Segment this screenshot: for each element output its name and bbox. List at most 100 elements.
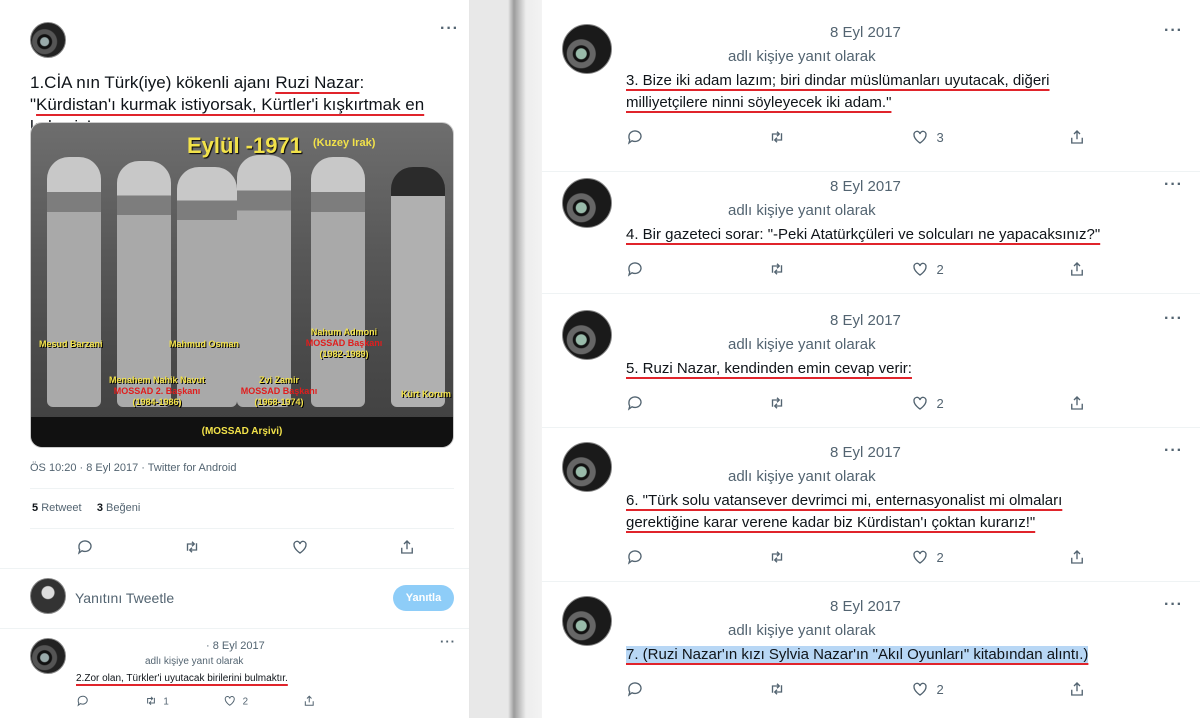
like-icon[interactable]	[911, 548, 929, 566]
caption-zvi: Zvi Zamir MOSSAD Başkanı (1968-1974)	[240, 375, 318, 407]
caption-menahem: Menahem Nahik Navut MOSSAD 2. Başkanı (1…	[108, 375, 206, 407]
reply-tweet: 8 Eyl 2017 ··· adlı kişiye yanıt olarak …	[542, 428, 1200, 582]
my-avatar	[30, 578, 66, 614]
reply-button[interactable]: Yanıtla	[393, 585, 454, 611]
retweet-icon[interactable]	[768, 394, 786, 412]
photo-title: Eylül -1971	[187, 133, 302, 158]
caption-nahum: Nahum Admoni MOSSAD Başkanı (1982-1989)	[305, 327, 383, 359]
tweet-text: 4. Bir gazeteci sorar: "-Peki Atatürkçül…	[626, 226, 1101, 243]
tweet-text: 5. Ruzi Nazar, kendinden emin cevap veri…	[626, 360, 912, 377]
reply-icon[interactable]	[626, 548, 644, 566]
replying-to: adlı kişiye yanıt olarak	[728, 336, 876, 353]
tweet-text: 2.Zor olan, Türkler'i uyutacak birilerin…	[76, 673, 288, 684]
person-figure	[117, 161, 171, 407]
tweet-date[interactable]: 8 Eyl 2017	[830, 444, 901, 461]
tweet-actions: 3	[626, 128, 1086, 146]
retweet-icon[interactable]	[768, 128, 786, 146]
like-icon[interactable]	[291, 538, 309, 556]
avatar[interactable]	[562, 178, 612, 228]
divider	[30, 528, 454, 529]
caption-mahmud: Mahmud Osman	[169, 339, 240, 349]
divider	[0, 628, 469, 629]
share-icon[interactable]	[1068, 128, 1086, 146]
retweet-icon[interactable]	[144, 694, 158, 708]
avatar[interactable]	[562, 24, 612, 74]
more-icon[interactable]: ···	[1164, 596, 1183, 614]
more-icon[interactable]: ···	[440, 634, 456, 649]
reply-icon[interactable]	[626, 394, 644, 412]
divider	[30, 488, 454, 489]
more-icon[interactable]: ···	[1164, 442, 1183, 460]
reply-icon[interactable]	[626, 680, 644, 698]
share-icon[interactable]	[302, 694, 316, 708]
replying-to: adlı kişiye yanıt olarak	[728, 622, 876, 639]
more-icon[interactable]: ···	[440, 20, 459, 38]
tweet-actions: 2	[626, 394, 1086, 412]
like-icon[interactable]	[911, 260, 929, 278]
replying-to: adlı kişiye yanıt olarak	[728, 468, 876, 485]
like-icon[interactable]	[911, 128, 929, 146]
replying-to: adlı kişiye yanıt olarak	[728, 202, 876, 219]
person-figure	[177, 167, 237, 407]
tweet-date[interactable]: 8 Eyl 2017	[830, 312, 901, 329]
tweet-text: 3. Bize iki adam lazım; biri dindar müsl…	[626, 72, 1050, 111]
retweet-icon[interactable]	[768, 680, 786, 698]
tweet-meta: ÖS 10:20 · 8 Eyl 2017 · Twitter for Andr…	[30, 462, 237, 474]
tweet-text: 6. "Türk solu vatansever devrimci mi, en…	[626, 492, 1063, 531]
reply-icon[interactable]	[626, 260, 644, 278]
divider	[0, 568, 469, 569]
like-count: 2	[936, 549, 944, 565]
tweet-stats: 5 Retweet 3 Beğeni	[32, 502, 141, 514]
share-icon[interactable]	[1068, 548, 1086, 566]
avatar[interactable]	[30, 638, 66, 674]
retweet-link[interactable]: Retweet	[41, 502, 81, 514]
like-icon[interactable]	[223, 694, 237, 708]
avatar[interactable]	[562, 310, 612, 360]
share-icon[interactable]	[398, 538, 416, 556]
likes-link[interactable]: Beğeni	[106, 502, 140, 514]
avatar[interactable]	[30, 22, 66, 58]
more-icon[interactable]: ···	[1164, 310, 1183, 328]
like-count: 2	[936, 395, 944, 411]
tweet-date[interactable]: 8 Eyl 2017	[830, 178, 901, 195]
like-icon[interactable]	[911, 394, 929, 412]
reply-tweet: 8 Eyl 2017 ··· adlı kişiye yanıt olarak …	[542, 294, 1200, 428]
reply-icon[interactable]	[626, 128, 644, 146]
replying-to: adlı kişiye yanıt olarak	[728, 48, 876, 65]
tweet-date[interactable]: 8 Eyl 2017	[830, 598, 901, 615]
share-icon[interactable]	[1068, 260, 1086, 278]
avatar[interactable]	[562, 596, 612, 646]
reply-input[interactable]: Yanıtını Tweetle	[75, 590, 174, 606]
reply-icon[interactable]	[76, 538, 94, 556]
reply-icon[interactable]	[76, 694, 90, 708]
photo-subtitle: (Kuzey Irak)	[313, 137, 376, 149]
tweet-date[interactable]: 8 Eyl 2017	[830, 24, 901, 41]
caption-mesud: Mesud Barzani	[39, 339, 103, 349]
like-count: 2	[936, 681, 944, 697]
mention-name: Ruzi Nazar	[275, 73, 360, 92]
tweet-date[interactable]: · 8 Eyl 2017	[206, 640, 265, 652]
person-figure	[47, 157, 101, 407]
more-icon[interactable]: ···	[1164, 22, 1183, 40]
reply-tweet: 8 Eyl 2017 ··· adlı kişiye yanıt olarak …	[542, 582, 1200, 718]
person-figure	[237, 155, 291, 407]
photo-footer: (MOSSAD Arşivi)	[31, 417, 453, 447]
like-icon[interactable]	[911, 680, 929, 698]
avatar[interactable]	[562, 442, 612, 492]
more-icon[interactable]: ···	[1164, 176, 1183, 194]
caption-kurt: Kürt Korum	[401, 389, 451, 399]
share-icon[interactable]	[1068, 394, 1086, 412]
person-figure	[311, 157, 365, 407]
page-gutter	[470, 0, 542, 718]
retweet-icon[interactable]	[768, 260, 786, 278]
tweet-actions: 1 2	[76, 694, 316, 708]
share-icon[interactable]	[1068, 680, 1086, 698]
person-figure	[391, 167, 445, 407]
left-panel: ··· 1.CİA nın Türk(iye) kökenli ajanı Ru…	[0, 0, 470, 718]
retweet-icon[interactable]	[183, 538, 201, 556]
tweet-actions: 2	[626, 548, 1086, 566]
right-panel: 8 Eyl 2017 ··· adlı kişiye yanıt olarak …	[542, 0, 1200, 718]
retweet-icon[interactable]	[768, 548, 786, 566]
tweet-photo[interactable]: Eylül -1971 (Kuzey Irak) Mesud Barzani M…	[30, 122, 454, 448]
like-count: 2	[936, 261, 944, 277]
